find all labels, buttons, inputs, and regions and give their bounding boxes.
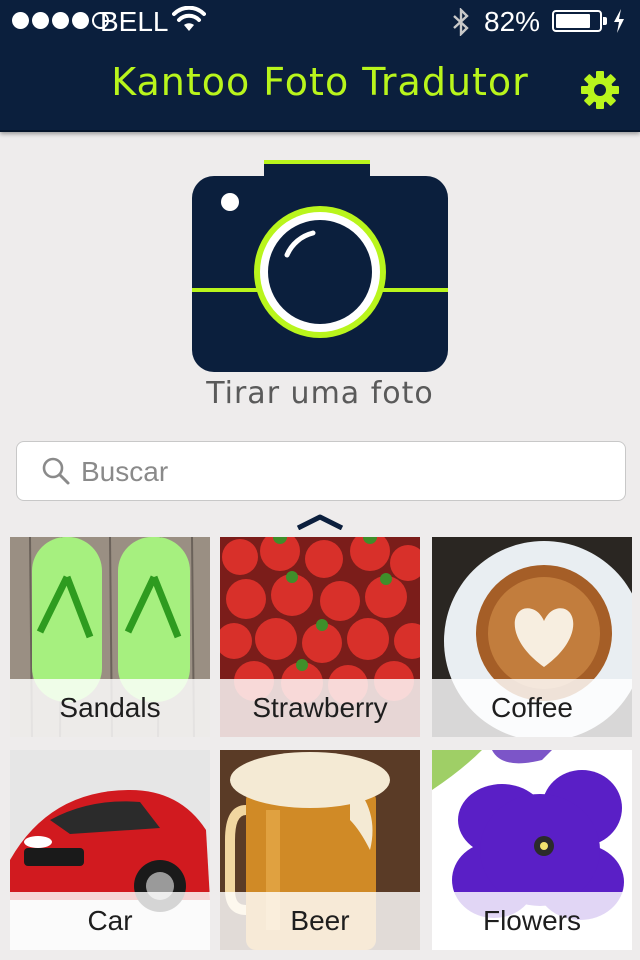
carrier-name: BELL (100, 6, 169, 37)
chevron-up-icon[interactable] (296, 514, 344, 530)
category-tile-sandals[interactable]: Sandals (10, 537, 210, 737)
category-label: Coffee (432, 679, 632, 737)
category-tile-beer[interactable]: Beer (220, 750, 420, 950)
search-bar[interactable] (16, 441, 626, 501)
search-input[interactable] (79, 450, 603, 494)
battery-icon (552, 10, 607, 32)
category-tile-flowers[interactable]: Flowers (432, 750, 632, 950)
category-label: Car (10, 892, 210, 950)
battery-percent: 82% (484, 6, 541, 37)
take-photo-label[interactable]: Tirar uma foto (0, 376, 640, 411)
category-label: Sandals (10, 679, 210, 737)
category-tile-strawberry[interactable]: Strawberry (220, 537, 420, 737)
charging-icon (614, 9, 624, 33)
category-label: Beer (220, 892, 420, 950)
app-header: BELL 82% Kantoo Foto Tradutor (0, 0, 640, 132)
category-label: Flowers (432, 892, 632, 950)
gear-icon[interactable] (580, 70, 620, 110)
bluetooth-icon (453, 8, 469, 36)
signal-strength-icon (12, 12, 109, 29)
app-title: Kantoo Foto Tradutor (111, 60, 529, 104)
category-tile-car[interactable]: Car (10, 750, 210, 950)
status-bar: BELL 82% (0, 0, 640, 42)
category-tile-coffee[interactable]: Coffee (432, 537, 632, 737)
search-icon (42, 457, 70, 485)
camera-icon[interactable] (190, 160, 450, 374)
wifi-icon (172, 6, 206, 31)
category-label: Strawberry (220, 679, 420, 737)
